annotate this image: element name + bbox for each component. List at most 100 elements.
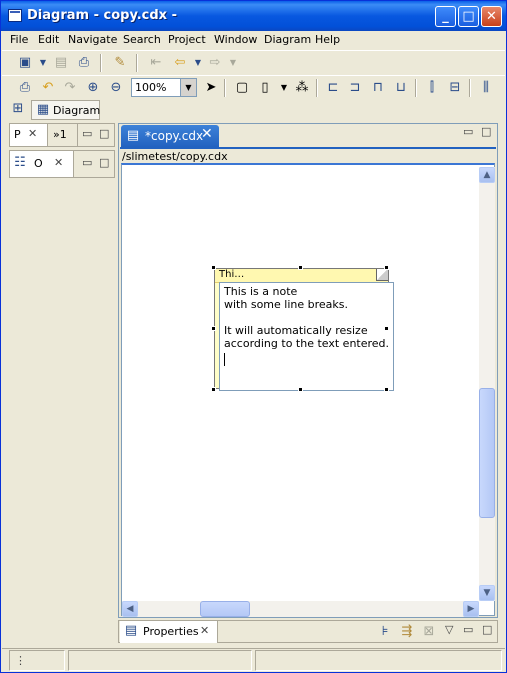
resize-handle-n[interactable] (298, 265, 303, 270)
horizontal-scrollbar[interactable]: ◀ ▶ (122, 601, 479, 617)
zoom-in-icon[interactable]: ⊕ (85, 80, 101, 96)
new-dropdown-icon[interactable]: ▼ (35, 55, 51, 71)
restore-default-icon[interactable]: ⊠ (421, 624, 437, 640)
tab-copy-cdx[interactable]: ▤ *copy.cdx ✕ (121, 125, 219, 147)
last-edit-icon[interactable]: ⇤ (148, 55, 164, 71)
note-header-text: Thi… (219, 269, 245, 280)
align-center-icon[interactable]: ⫿ (424, 80, 440, 96)
note-line: with some line breaks. (224, 298, 348, 311)
menu-file[interactable]: File (10, 33, 28, 46)
status-cell-trim[interactable]: ⋮ (9, 650, 65, 671)
zoom-combo[interactable]: 100% ▼ (131, 78, 197, 97)
diagram-perspective-button[interactable]: ▦ Diagram (31, 100, 100, 120)
new-wizard-icon[interactable]: ▣ (17, 55, 33, 71)
menu-window[interactable]: Window (214, 33, 257, 46)
debug-icon[interactable]: ✎ (112, 55, 128, 71)
chevron-down-icon[interactable]: ▼ (180, 79, 196, 96)
menu-diagram[interactable]: Diagram (264, 33, 311, 46)
minimize-editor-icon[interactable]: ▭ (463, 125, 473, 138)
close-icon[interactable]: ✕ (200, 624, 209, 637)
tab-overflow-label: »1 (53, 128, 67, 141)
resize-handle-sw[interactable] (211, 387, 216, 392)
redo-icon[interactable]: ↷ (62, 80, 78, 96)
note-header: Thi… (215, 269, 388, 283)
close-button[interactable]: ✕ (481, 6, 502, 27)
tab-outline[interactable]: ☷ O ✕ (10, 151, 74, 177)
horizontal-scroll-thumb[interactable] (200, 601, 250, 617)
resize-handle-w[interactable] (211, 326, 216, 331)
scroll-right-button[interactable]: ▶ (463, 601, 479, 617)
scroll-up-button[interactable]: ▲ (479, 167, 495, 183)
open-perspective-icon[interactable]: ⊞ (10, 101, 26, 117)
align-bottom-icon[interactable]: ⊔ (393, 80, 409, 96)
menu-bar: File Edit Navigate Search Project Window… (2, 31, 505, 50)
maximize-editor-icon[interactable]: □ (481, 125, 491, 138)
menu-search[interactable]: Search (123, 33, 161, 46)
align-left-icon[interactable]: ⊏ (325, 80, 341, 96)
distribute-icon[interactable]: ⫼ (478, 80, 494, 96)
menu-project[interactable]: Project (168, 33, 206, 46)
align-right-icon[interactable]: ⊐ (347, 80, 363, 96)
forward-dropdown-icon[interactable]: ▼ (225, 55, 241, 71)
close-icon[interactable]: ✕ (28, 127, 37, 140)
minimize-view-icon[interactable]: ▭ (82, 127, 92, 140)
maximize-button[interactable]: □ (458, 6, 479, 27)
text-caret (224, 353, 225, 366)
view-menu-icon[interactable]: ▽ (445, 623, 453, 636)
window-title: Diagram - copy.cdx - (27, 8, 177, 23)
undo-icon[interactable]: ↶ (40, 80, 56, 96)
class-tool-icon[interactable]: ▯ (257, 80, 273, 96)
select-pointer-icon[interactable]: ➤ (203, 80, 219, 96)
maximize-view-icon[interactable]: □ (482, 623, 492, 636)
menu-navigate[interactable]: Navigate (68, 33, 117, 46)
tab-properties[interactable]: ▤ Properties ✕ (120, 621, 218, 643)
resize-handle-se[interactable] (384, 387, 389, 392)
close-icon[interactable]: ✕ (54, 156, 63, 169)
close-icon[interactable]: ✕ (201, 126, 213, 142)
scroll-down-button[interactable]: ▼ (479, 585, 495, 601)
resize-handle-s[interactable] (298, 387, 303, 392)
diagram-canvas[interactable]: Thi… This is a note with some line break… (121, 163, 495, 617)
resize-handle-nw[interactable] (211, 265, 216, 270)
vertical-scrollbar[interactable]: ▲ ▼ (479, 167, 495, 601)
print-icon[interactable]: ⎙ (17, 80, 33, 96)
forward-icon[interactable]: ⇨ (207, 55, 223, 71)
menu-edit[interactable]: Edit (38, 33, 59, 46)
back-dropdown-icon[interactable]: ▼ (190, 55, 206, 71)
resize-handle-ne[interactable] (384, 265, 389, 270)
editor-tab-label: *copy.cdx (145, 129, 204, 143)
title-bar[interactable]: Diagram - copy.cdx - _ □ ✕ (1, 1, 506, 31)
class-tool-dropdown-icon[interactable]: ▼ (276, 80, 292, 96)
maximize-view-icon[interactable]: □ (99, 156, 109, 169)
tab-package-explorer[interactable]: P ✕ (10, 124, 48, 146)
diagram-editor: ▤ *copy.cdx ✕ ▭ □ /slimetest/copy.cdx Th… (118, 123, 498, 618)
align-middle-icon[interactable]: ⊟ (447, 80, 463, 96)
note-text-editor[interactable]: This is a note with some line breaks. It… (219, 282, 394, 391)
show-advanced-icon[interactable]: ⇶ (399, 624, 415, 640)
categories-icon[interactable]: ⊧ (377, 624, 393, 640)
outline-icon: ☷ (14, 155, 26, 170)
scroll-left-button[interactable]: ◀ (122, 601, 138, 617)
save-icon[interactable]: ▤ (53, 55, 69, 71)
toolbar-separator (469, 79, 471, 97)
align-top-icon[interactable]: ⊓ (370, 80, 386, 96)
tab-overflow[interactable]: »1 (48, 124, 78, 146)
zoom-out-icon[interactable]: ⊖ (108, 80, 124, 96)
minimize-view-icon[interactable]: ▭ (463, 623, 473, 636)
print-icon[interactable]: ⎙ (76, 55, 92, 71)
maximize-view-icon[interactable]: □ (99, 127, 109, 140)
note-shape[interactable]: Thi… This is a note with some line break… (214, 268, 394, 391)
drag-handle-icon[interactable]: ⋮ (15, 654, 26, 667)
back-icon[interactable]: ⇦ (172, 55, 188, 71)
note-line (224, 311, 389, 324)
tab-outline-label: O (34, 157, 43, 170)
resize-handle-e[interactable] (384, 326, 389, 331)
connection-tool-icon[interactable]: ⁂ (294, 80, 310, 96)
menu-help[interactable]: Help (315, 33, 340, 46)
minimize-view-icon[interactable]: ▭ (82, 156, 92, 169)
note-tool-icon[interactable]: ▢ (234, 80, 250, 96)
minimize-button[interactable]: _ (435, 6, 456, 27)
cdx-file-icon: ▤ (126, 128, 140, 143)
vertical-scroll-thumb[interactable] (479, 388, 495, 518)
diagram-perspective-icon: ▦ (36, 102, 50, 117)
